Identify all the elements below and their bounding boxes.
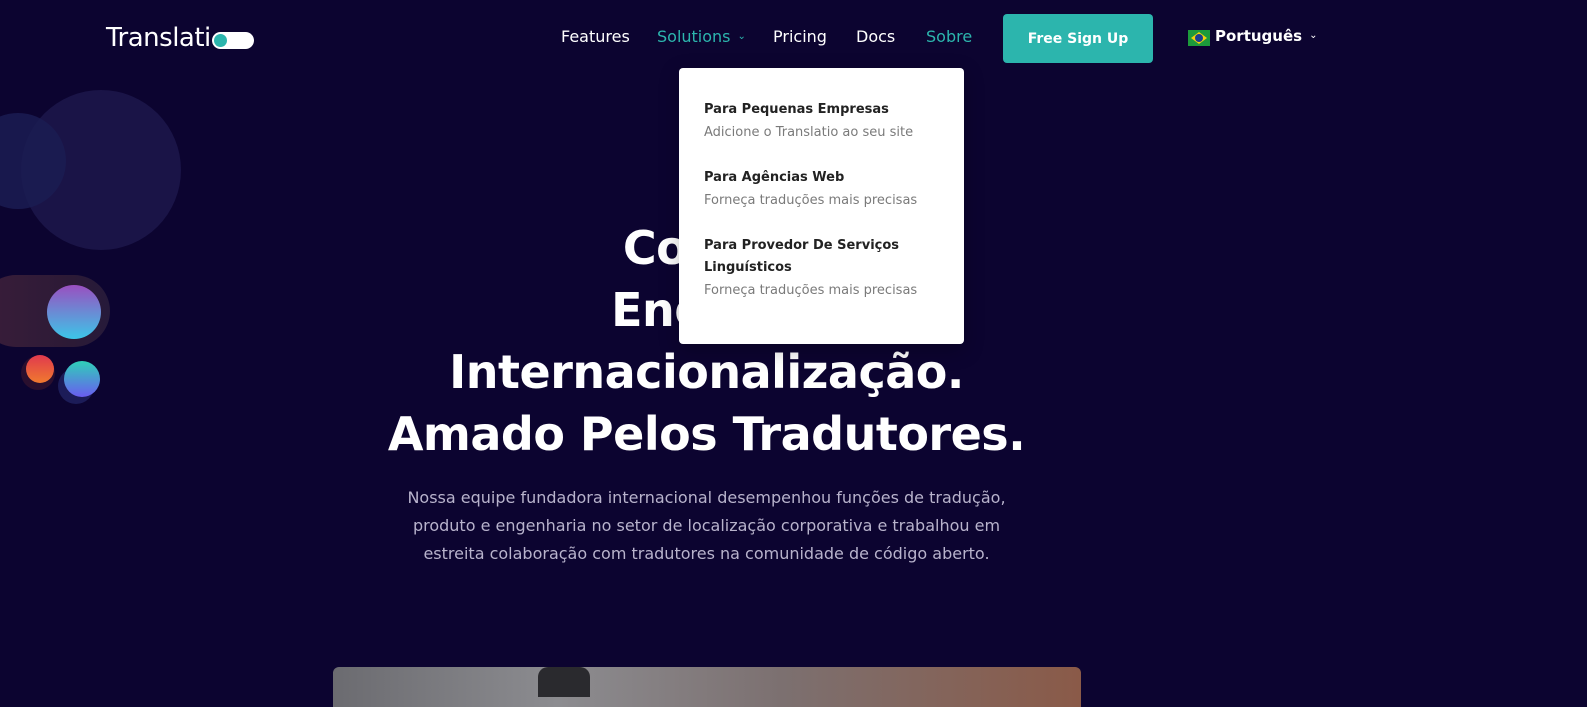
nav-solutions-label: Solutions [657, 27, 731, 46]
hero-image [333, 667, 1081, 707]
logo-text: Translati [106, 23, 211, 53]
free-sign-up-button[interactable]: Free Sign Up [1003, 14, 1153, 63]
brazil-flag-icon [1188, 30, 1210, 46]
solutions-dropdown: Para Pequenas Empresas Adicione o Transl… [679, 68, 964, 344]
dropdown-item-desc: Forneça traduções mais precisas [704, 283, 918, 298]
dropdown-item-desc: Adicione o Translatio ao seu site [704, 125, 914, 140]
dropdown-item-lsp[interactable]: Para Provedor De Serviços Linguísticos F… [704, 235, 939, 303]
language-selector[interactable]: Português ⌄ [1188, 26, 1317, 46]
nav-sobre[interactable]: Sobre [926, 27, 972, 47]
hero-line-3: Internacionalização. [449, 345, 964, 399]
dropdown-item-web-agencies[interactable]: Para Agências Web Forneça traduções mais… [704, 167, 939, 213]
dropdown-item-small-business[interactable]: Para Pequenas Empresas Adicione o Transl… [704, 99, 939, 145]
dropdown-item-title: Para Pequenas Empresas [704, 102, 889, 117]
language-label: Português [1215, 27, 1303, 45]
nav-docs[interactable]: Docs [856, 27, 895, 47]
dropdown-item-desc: Forneça traduções mais precisas [704, 193, 918, 208]
dropdown-item-title: Para Provedor De Serviços Linguísticos [704, 238, 900, 275]
hero-subtitle: Nossa equipe fundadora internacional des… [407, 488, 1006, 563]
logo[interactable]: Translati [106, 23, 254, 53]
nav-solutions[interactable]: Solutions ⌄ [657, 27, 746, 48]
dropdown-item-title: Para Agências Web [704, 170, 845, 185]
nav-pricing[interactable]: Pricing [773, 27, 827, 47]
nav-features[interactable]: Features [561, 27, 630, 47]
chevron-down-icon: ⌄ [737, 30, 746, 42]
hero-line-4: Amado Pelos Tradutores. [387, 407, 1026, 461]
logo-toggle-icon [211, 31, 254, 49]
chevron-down-icon: ⌄ [1309, 29, 1318, 41]
